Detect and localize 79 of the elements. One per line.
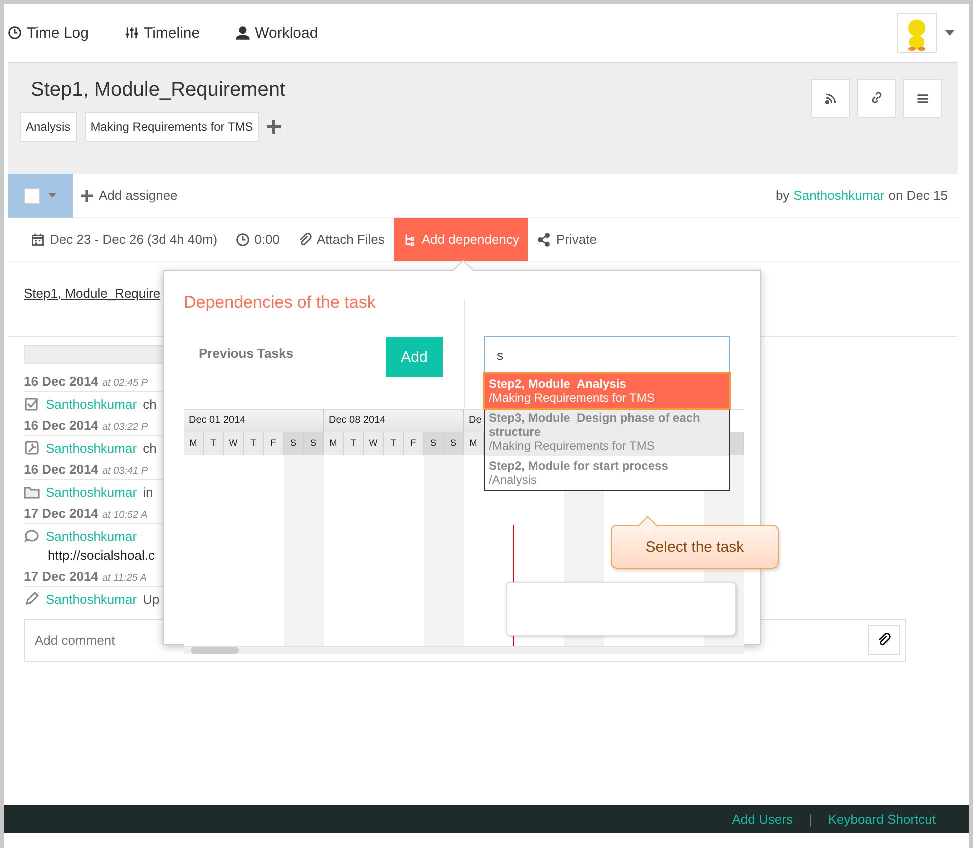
sliders-icon bbox=[124, 26, 139, 40]
rss-icon bbox=[824, 92, 838, 106]
day-header: T bbox=[204, 432, 224, 455]
paperclip-icon bbox=[298, 232, 312, 246]
day-header: M bbox=[324, 432, 344, 455]
meta-item[interactable]: 0:00 bbox=[226, 218, 289, 261]
footer-link[interactable]: Keyboard Shortcut bbox=[828, 812, 936, 826]
activity-time: at 03:41 P bbox=[102, 466, 148, 477]
footer-link[interactable]: Add Users bbox=[732, 812, 793, 826]
pencil-icon bbox=[24, 591, 40, 607]
activity-text: in bbox=[143, 484, 154, 500]
add-assignee-link[interactable]: Add assignee bbox=[81, 188, 178, 203]
link-button[interactable] bbox=[857, 79, 896, 118]
activity-time: at 11:25 A bbox=[102, 573, 147, 584]
day-header: S bbox=[424, 432, 444, 455]
caret-icon[interactable] bbox=[945, 30, 955, 36]
week-header: Dec 08 2014 bbox=[324, 410, 464, 432]
nav-link[interactable]: Time Log bbox=[8, 24, 89, 42]
day-header: S bbox=[284, 432, 304, 455]
day-header: W bbox=[224, 432, 244, 455]
tag[interactable]: Making Requirements for TMS bbox=[84, 112, 260, 142]
avatar[interactable] bbox=[897, 13, 937, 53]
activity-time: at 10:52 A bbox=[102, 510, 148, 521]
plus-icon bbox=[81, 190, 93, 202]
menu-icon bbox=[916, 92, 930, 106]
clock-icon bbox=[236, 232, 250, 246]
separator: | bbox=[808, 812, 812, 826]
activity-text: Up bbox=[143, 592, 160, 606]
link-icon bbox=[870, 92, 884, 106]
day-header: T bbox=[384, 432, 404, 455]
section-label: Previous Tasks bbox=[199, 346, 294, 363]
activity-time: at 02:45 P bbox=[102, 378, 148, 389]
wrench-icon bbox=[24, 440, 40, 456]
checkbox[interactable] bbox=[24, 188, 40, 204]
week-header: Dec 01 2014 bbox=[184, 410, 324, 432]
activity-time: at 03:22 P bbox=[102, 422, 148, 433]
meta-item[interactable]: Private bbox=[528, 218, 606, 261]
scrollbar[interactable] bbox=[184, 647, 744, 654]
day-header: F bbox=[404, 432, 424, 455]
caret-icon bbox=[48, 193, 57, 198]
nav-link[interactable]: Workload bbox=[236, 24, 318, 42]
calendar-icon bbox=[31, 232, 45, 246]
task-link[interactable]: Step1, Module_Require bbox=[24, 286, 164, 336]
popup-title: Dependencies of the task bbox=[184, 293, 377, 313]
activity-date: 17 Dec 2014 bbox=[24, 506, 98, 521]
meta-item[interactable]: Attach Files bbox=[288, 218, 394, 261]
activity-date: 16 Dec 2014 bbox=[24, 374, 98, 389]
checkbox-icon bbox=[24, 396, 40, 412]
day-header: F bbox=[264, 432, 284, 455]
speech-bubble-icon bbox=[24, 528, 40, 544]
day-header: S bbox=[304, 432, 324, 455]
paperclip-icon bbox=[877, 633, 891, 647]
clock-icon bbox=[8, 26, 22, 40]
day-header: M bbox=[184, 432, 204, 455]
attach-button[interactable] bbox=[868, 625, 900, 655]
activity-date: 17 Dec 2014 bbox=[24, 569, 98, 584]
folder-icon bbox=[24, 484, 40, 500]
day-header: M bbox=[464, 432, 484, 455]
meta-item[interactable]: Dec 23 - Dec 26 (3d 4h 40m) bbox=[22, 218, 227, 261]
plus-icon[interactable] bbox=[267, 120, 282, 134]
share-icon bbox=[537, 232, 552, 246]
menu-button[interactable] bbox=[903, 79, 942, 118]
tag[interactable]: Analysis bbox=[20, 112, 77, 142]
activity-text: ch bbox=[143, 440, 157, 456]
user-icon bbox=[236, 26, 250, 40]
feed-button[interactable] bbox=[811, 79, 850, 118]
url-link[interactable]: http://socialshoal.c bbox=[48, 548, 165, 563]
activity-text: ch bbox=[143, 396, 157, 412]
activity-date: 16 Dec 2014 bbox=[24, 462, 98, 477]
day-header: W bbox=[364, 432, 384, 455]
byline-text: on Dec 15 bbox=[888, 188, 948, 203]
activity-date: 16 Dec 2014 bbox=[24, 418, 98, 433]
task-title: Step1, Module_Requirement bbox=[31, 79, 287, 102]
day-header: S bbox=[444, 432, 464, 455]
day-header: T bbox=[244, 432, 264, 455]
nav-link[interactable]: Timeline bbox=[124, 24, 200, 42]
search-field[interactable]: s bbox=[484, 336, 730, 374]
day-header: T bbox=[344, 432, 364, 455]
byline-text: by bbox=[776, 188, 790, 203]
